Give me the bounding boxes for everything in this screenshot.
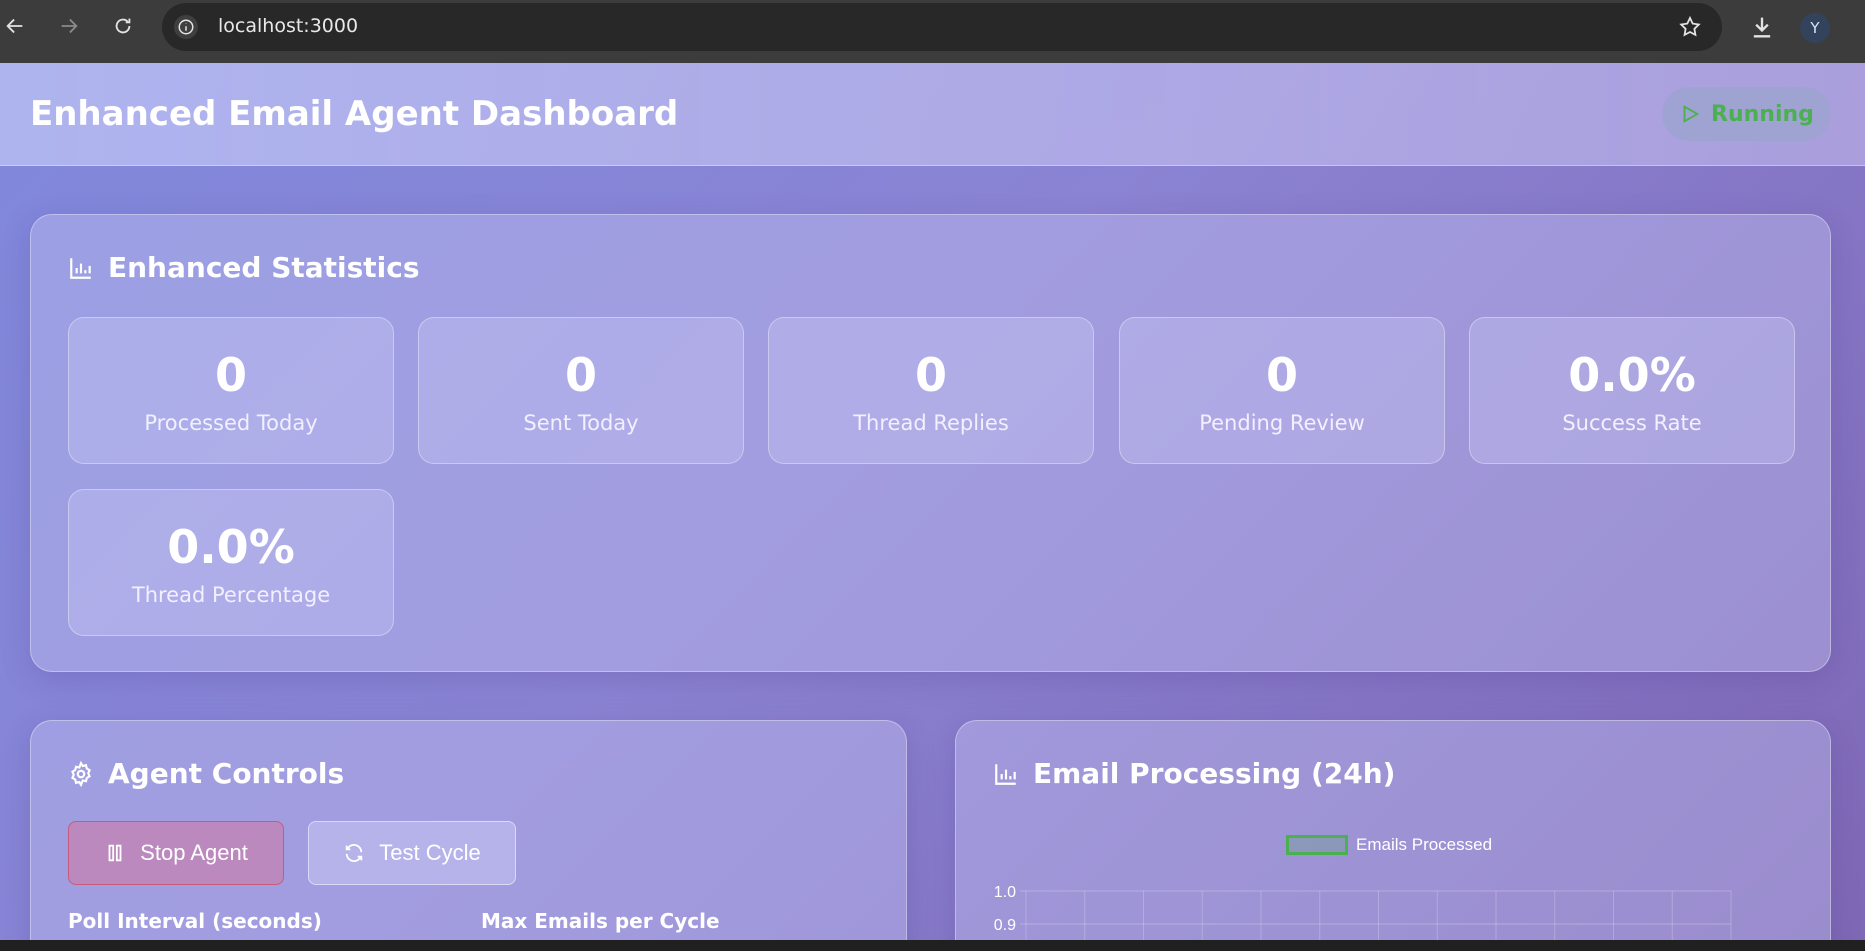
url-text[interactable]: localhost:3000 — [218, 15, 358, 37]
stop-agent-button[interactable]: Stop Agent — [68, 821, 284, 885]
email-processing-title: Email Processing (24h) — [993, 757, 1395, 790]
stat-value: 0.0% — [1568, 348, 1696, 402]
play-icon — [1683, 105, 1700, 123]
statistics-card: Enhanced Statistics 0 Processed Today 0 … — [30, 214, 1831, 672]
agent-controls-card: Agent Controls Stop Agent Test Cycle Pol… — [30, 720, 907, 940]
download-icon[interactable] — [1748, 13, 1776, 41]
stat-processed-today: 0 Processed Today — [68, 317, 394, 464]
legend-swatch — [1286, 835, 1348, 855]
bar-chart-icon — [995, 763, 1016, 785]
info-icon[interactable] — [174, 15, 198, 39]
stat-label: Success Rate — [1562, 411, 1702, 435]
stat-value: 0 — [1265, 348, 1298, 402]
stat-thread-percentage: 0.0% Thread Percentage — [68, 489, 394, 636]
stat-label: Processed Today — [144, 411, 318, 435]
stat-success-rate: 0.0% Success Rate — [1469, 317, 1795, 464]
forward-arrow-icon[interactable] — [54, 11, 84, 41]
gear-icon — [71, 760, 91, 787]
stat-value: 0 — [564, 348, 597, 402]
dashboard-page: Enhanced Email Agent Dashboard Running E… — [0, 63, 1865, 940]
stat-value: 0.0% — [167, 520, 295, 574]
email-processing-card: Email Processing (24h) Emails Processed … — [955, 720, 1831, 940]
page-title: Enhanced Email Agent Dashboard — [30, 94, 679, 134]
stat-label: Thread Replies — [853, 411, 1009, 435]
reload-icon[interactable] — [108, 11, 138, 41]
stat-value: 0 — [914, 348, 947, 402]
statistics-title: Enhanced Statistics — [68, 251, 420, 284]
chart-grid — [1020, 890, 1732, 940]
back-arrow-icon[interactable] — [0, 11, 30, 41]
stat-label: Sent Today — [523, 411, 639, 435]
y-tick-label: 1.0 — [994, 884, 1016, 901]
test-cycle-button[interactable]: Test Cycle — [308, 821, 516, 885]
avatar[interactable]: Y — [1800, 13, 1830, 43]
pause-icon — [108, 844, 122, 862]
bottom-strip — [0, 940, 1865, 951]
chart-legend[interactable]: Emails Processed — [1286, 835, 1492, 855]
stat-thread-replies: 0 Thread Replies — [768, 317, 1094, 464]
chart-y-axis: 1.00.90.8 — [994, 884, 1016, 934]
email-processing-chart: 1.00.90.8 — [994, 884, 1732, 940]
stat-sent-today: 0 Sent Today — [418, 317, 744, 464]
refresh-icon — [346, 844, 363, 862]
bar-chart-icon — [70, 257, 91, 279]
address-bar[interactable]: localhost:3000 — [162, 3, 1722, 51]
agent-controls-title: Agent Controls — [68, 757, 344, 790]
running-status-button[interactable]: Running — [1662, 87, 1831, 141]
poll-interval-label: Poll Interval (seconds) — [68, 909, 322, 933]
stat-value: 0 — [214, 348, 247, 402]
star-icon[interactable] — [1678, 15, 1702, 39]
page-header: Enhanced Email Agent Dashboard Running — [0, 63, 1865, 166]
max-emails-label: Max Emails per Cycle — [481, 909, 720, 933]
status-label: Running — [1711, 101, 1814, 127]
stat-pending-review: 0 Pending Review — [1119, 317, 1445, 464]
stat-label: Thread Percentage — [131, 583, 331, 607]
stat-label: Pending Review — [1199, 411, 1365, 435]
browser-toolbar: localhost:3000 Y — [0, 0, 1865, 63]
legend-label: Emails Processed — [1356, 835, 1493, 854]
y-tick-label: 0.9 — [994, 917, 1016, 934]
